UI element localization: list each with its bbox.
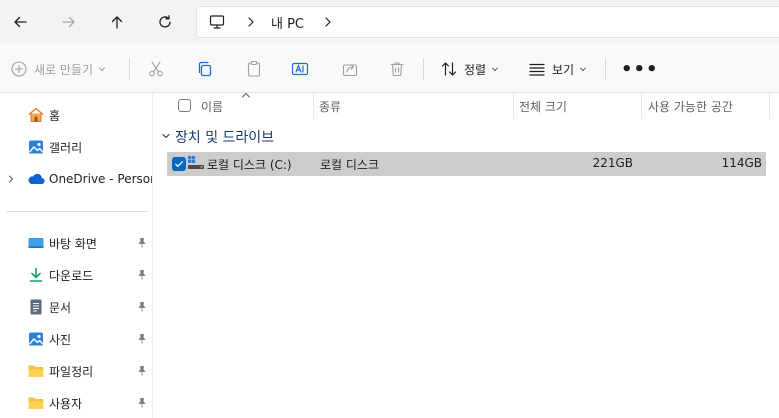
up-button[interactable] (103, 8, 131, 36)
desktop-folder-icon (27, 234, 45, 252)
plus-circle-icon (11, 61, 27, 77)
copy-button[interactable] (196, 56, 214, 82)
rename-button[interactable] (291, 56, 309, 82)
column-header-free-space[interactable]: 사용 가능한 공간 (648, 93, 733, 119)
breadcrumb-this-pc[interactable]: 내 PC (271, 13, 304, 32)
folder-icon (27, 394, 45, 412)
trash-icon (390, 62, 404, 77)
column-divider[interactable] (769, 93, 770, 119)
sidebar-item-label: OneDrive - Personal (49, 172, 152, 186)
sort-arrows-icon (441, 62, 457, 76)
toolbar-divider (129, 58, 130, 80)
arrow-up-icon (111, 16, 123, 29)
sidebar-item-file-organize[interactable]: 파일정리 (0, 357, 152, 385)
view-label: 보기 (552, 62, 575, 77)
sidebar-item-gallery[interactable]: 갤러리 (0, 133, 152, 161)
sort-ascending-icon (241, 91, 251, 99)
sidebar-item-label: 홈 (49, 108, 61, 123)
sort-label: 정렬 (464, 62, 487, 77)
more-options-icon: ••• (621, 58, 659, 80)
refresh-icon (159, 15, 171, 28)
toolbar-divider (423, 58, 424, 80)
delete-button[interactable] (388, 56, 406, 82)
column-header-label: 사용 가능한 공간 (648, 99, 733, 114)
forward-button[interactable] (55, 8, 83, 36)
column-header-type[interactable]: 종류 (319, 93, 341, 119)
chevron-down-icon[interactable] (161, 131, 171, 141)
new-label: 새로 만들기 (34, 62, 94, 77)
toolbar-divider (605, 58, 606, 80)
breadcrumb-chevron-icon[interactable] (245, 16, 257, 28)
document-icon (27, 298, 45, 316)
sidebar-item-label: 갤러리 (49, 140, 83, 155)
row-type: 로컬 디스크 (320, 158, 380, 172)
monitor-icon (209, 14, 225, 30)
row-checkbox[interactable] (172, 157, 186, 171)
pin-icon[interactable] (136, 269, 148, 281)
new-button[interactable]: 새로 만들기 (10, 56, 106, 82)
sidebar-divider (6, 211, 147, 212)
back-button[interactable] (6, 8, 34, 36)
windows-drive-icon (187, 155, 205, 171)
view-list-icon (529, 63, 545, 76)
row-free-space: 114GB (721, 156, 762, 170)
pictures-icon (27, 330, 45, 348)
chevron-down-icon (491, 65, 499, 73)
column-header-name[interactable]: 이름 (201, 93, 223, 119)
pin-icon[interactable] (136, 365, 148, 377)
column-divider[interactable] (513, 93, 514, 119)
sidebar-item-users[interactable]: 사용자 (0, 389, 152, 417)
arrow-right-icon (62, 16, 75, 28)
column-divider[interactable] (641, 93, 642, 119)
navigation-pane: 홈 갤러리 OneDrive - Personal 바탕 화면 다운로드 (0, 93, 153, 418)
navigation-bar: 내 PC (0, 0, 779, 44)
chevron-down-icon (98, 65, 106, 73)
more-options-button[interactable]: ••• (621, 56, 659, 82)
command-bar: 새로 만들기 정렬 보기 ••• (0, 44, 779, 93)
sidebar-item-onedrive[interactable]: OneDrive - Personal (0, 165, 152, 193)
sidebar-item-home[interactable]: 홈 (0, 101, 152, 129)
folder-icon (27, 362, 45, 380)
gallery-icon (27, 138, 45, 156)
home-icon (27, 106, 45, 124)
onedrive-cloud-icon (27, 170, 45, 188)
file-list: 이름 종류 전체 크기 사용 가능한 공간 장치 및 드라이브 로컬 디스크 (… (153, 91, 779, 418)
pin-icon[interactable] (136, 397, 148, 409)
breadcrumb-chevron-icon[interactable] (322, 16, 334, 28)
sort-button[interactable]: 정렬 (440, 56, 499, 82)
share-button[interactable] (341, 56, 359, 82)
table-row[interactable]: 로컬 디스크 (C:) 로컬 디스크 221GB 114GB (167, 152, 766, 176)
pin-icon[interactable] (136, 333, 148, 345)
clipboard-icon (247, 60, 261, 77)
select-all-checkbox[interactable] (178, 99, 191, 112)
paste-button[interactable] (245, 56, 263, 82)
refresh-button[interactable] (151, 8, 179, 36)
row-name: 로컬 디스크 (C:) (207, 158, 292, 172)
copy-icon (198, 61, 212, 77)
share-icon (342, 63, 358, 77)
column-header-label: 이름 (201, 99, 224, 114)
column-divider[interactable] (313, 93, 314, 119)
address-bar[interactable]: 내 PC (196, 6, 779, 38)
sidebar-item-documents[interactable]: 문서 (0, 293, 152, 321)
arrow-left-icon (14, 16, 27, 28)
scissors-icon (149, 61, 163, 77)
chevron-down-icon (579, 65, 587, 73)
group-header-label: 장치 및 드라이브 (175, 130, 275, 146)
sidebar-item-pictures[interactable]: 사진 (0, 325, 152, 353)
cut-button[interactable] (147, 56, 165, 82)
sidebar-item-downloads[interactable]: 다운로드 (0, 261, 152, 289)
column-header-label: 종류 (319, 99, 342, 114)
rename-icon (291, 62, 309, 76)
pin-icon[interactable] (136, 237, 148, 249)
checkmark-icon (175, 161, 183, 167)
chevron-right-icon[interactable] (6, 174, 16, 184)
sidebar-item-desktop[interactable]: 바탕 화면 (0, 229, 152, 257)
column-header-label: 전체 크기 (519, 99, 567, 114)
view-button[interactable]: 보기 (528, 56, 587, 82)
column-header-total-size[interactable]: 전체 크기 (519, 93, 567, 119)
pin-icon[interactable] (136, 301, 148, 313)
row-total-size: 221GB (592, 156, 633, 170)
download-icon (27, 266, 45, 284)
